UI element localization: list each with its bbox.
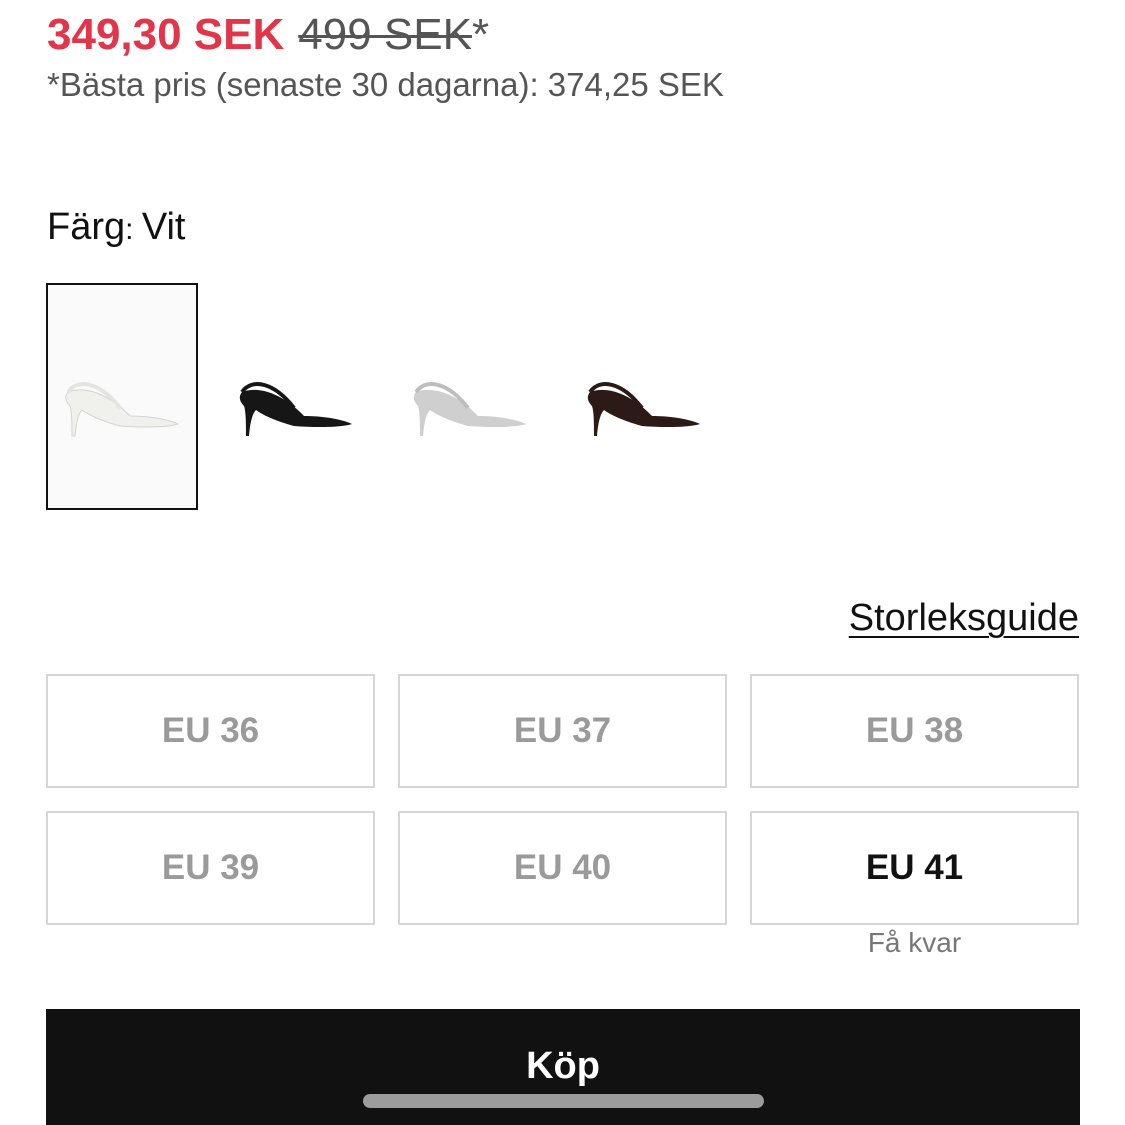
sale-price: 349,30 SEK bbox=[47, 10, 285, 59]
color-label-title: Färg bbox=[47, 206, 126, 248]
size-button-eu-37[interactable]: EU 37 bbox=[398, 674, 727, 788]
color-swatch-black[interactable] bbox=[220, 283, 372, 510]
product-page: 349,30 SEK 499 SEK* *Bästa pris (senaste… bbox=[0, 0, 1125, 1125]
size-cell: EU 41 Få kvar bbox=[750, 811, 1079, 958]
shoe-image-white bbox=[65, 381, 180, 436]
color-label-value: Vit bbox=[141, 206, 186, 248]
size-cell: EU 37 bbox=[398, 674, 727, 788]
shoe-image-dark-brown bbox=[587, 381, 700, 436]
size-grid: EU 36 EU 37 EU 38 EU 39 EU 40 EU 41 Få k… bbox=[46, 674, 1080, 958]
price-row: 349,30 SEK 499 SEK* bbox=[47, 10, 489, 66]
size-cell: EU 39 bbox=[46, 811, 375, 925]
color-swatch-light-grey[interactable] bbox=[394, 283, 546, 510]
size-button-eu-39[interactable]: EU 39 bbox=[46, 811, 375, 925]
home-indicator[interactable] bbox=[363, 1094, 764, 1108]
color-swatch-white[interactable] bbox=[46, 283, 198, 510]
size-button-eu-36[interactable]: EU 36 bbox=[46, 674, 375, 788]
shoe-image-black bbox=[239, 381, 352, 436]
shoe-image-light-grey bbox=[413, 381, 526, 436]
size-cell: EU 36 bbox=[46, 674, 375, 788]
color-swatch-dark-brown[interactable] bbox=[568, 283, 720, 510]
color-swatches bbox=[46, 283, 720, 510]
size-button-eu-41[interactable]: EU 41 bbox=[750, 811, 1079, 925]
size-cell: EU 40 bbox=[398, 811, 727, 925]
size-button-eu-40[interactable]: EU 40 bbox=[398, 811, 727, 925]
size-guide-link[interactable]: Storleksguide bbox=[849, 597, 1079, 640]
original-price-suffix: * bbox=[471, 10, 490, 59]
original-price-value: 499 SEK bbox=[298, 10, 472, 59]
best-price-note: *Bästa pris (senaste 30 dagarna): 374,25… bbox=[47, 66, 724, 103]
size-button-eu-38[interactable]: EU 38 bbox=[750, 674, 1079, 788]
color-label-separator: : bbox=[125, 213, 142, 246]
low-stock-note: Få kvar bbox=[867, 927, 962, 958]
color-label: Färg: Vit bbox=[47, 206, 185, 249]
original-price: 499 SEK* bbox=[298, 10, 489, 60]
size-cell: EU 38 bbox=[750, 674, 1079, 788]
